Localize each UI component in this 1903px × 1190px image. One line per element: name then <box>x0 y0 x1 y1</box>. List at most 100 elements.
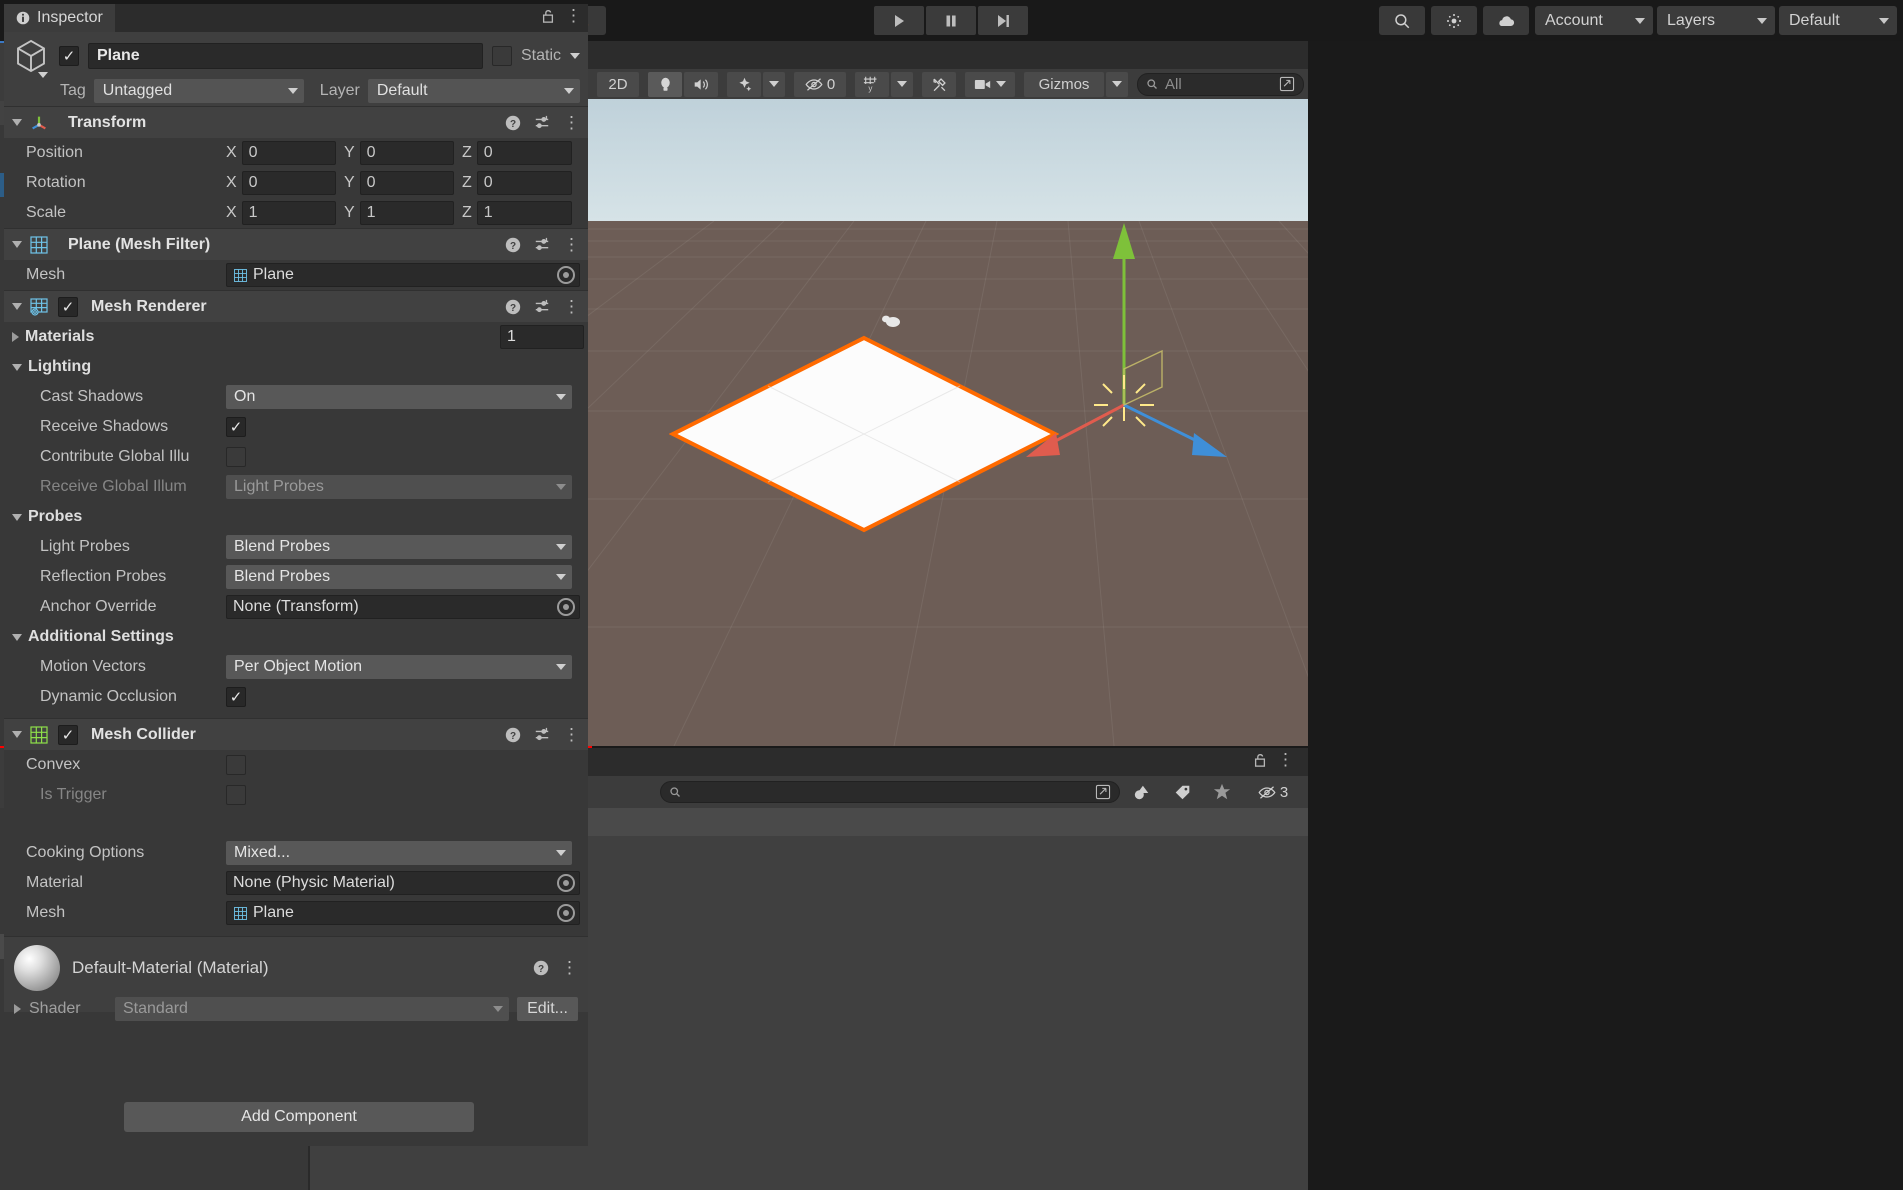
mesh-object-field[interactable]: Plane <box>226 263 580 287</box>
scale-y-input[interactable]: 1 <box>359 201 454 225</box>
directional-light-gizmo[interactable] <box>881 311 903 329</box>
cooking-options-dropdown[interactable]: Mixed... <box>226 841 572 865</box>
object-name-input[interactable]: Plane <box>88 43 483 69</box>
lighting-toggle-button[interactable] <box>648 71 682 97</box>
audio-toggle-button[interactable] <box>684 71 718 97</box>
services-button[interactable] <box>1431 6 1477 35</box>
grid-dropdown-button[interactable] <box>891 71 913 97</box>
reflection-probes-dropdown[interactable]: Blend Probes <box>226 565 572 589</box>
project-menu-icon[interactable]: ⋮ <box>1277 751 1294 768</box>
grid-visibility-button[interactable]: y <box>855 71 889 97</box>
component-header-mesh-filter[interactable]: Plane (Mesh Filter) ? ⋮ <box>4 228 588 260</box>
component-menu-icon[interactable]: ⋮ <box>563 114 580 131</box>
chevron-down-icon[interactable] <box>12 513 22 521</box>
chevron-right-icon[interactable] <box>14 1004 21 1014</box>
probes-foldout[interactable]: Probes <box>4 502 588 532</box>
help-icon[interactable]: ? <box>505 115 521 131</box>
object-picker-icon[interactable] <box>557 904 575 922</box>
component-menu-icon[interactable]: ⋮ <box>563 726 580 743</box>
component-header-transform[interactable]: Transform ? ⋮ <box>4 106 588 138</box>
object-picker-icon[interactable] <box>557 266 575 284</box>
cloud-button[interactable] <box>1483 6 1529 35</box>
rotation-x-input[interactable]: 0 <box>241 171 336 195</box>
step-button[interactable] <box>977 6 1028 35</box>
dynamic-occlusion-checkbox[interactable]: ✓ <box>226 687 246 707</box>
tab-inspector[interactable]: Inspector <box>4 4 115 32</box>
collider-mesh-field[interactable]: Plane <box>226 901 580 925</box>
component-header-mesh-renderer[interactable]: ✓ Mesh Renderer ? ⋮ <box>4 290 588 322</box>
preset-icon[interactable] <box>534 299 550 315</box>
gizmos-button[interactable]: Gizmos <box>1024 71 1104 97</box>
preset-icon[interactable] <box>534 237 550 253</box>
scale-x-input[interactable]: 1 <box>241 201 336 225</box>
scene-search-input[interactable]: All <box>1137 72 1304 96</box>
filter-by-type-button[interactable] <box>1124 780 1160 805</box>
expand-search-icon[interactable] <box>1279 76 1295 92</box>
layer-dropdown[interactable]: Default <box>367 79 580 103</box>
rotation-y-input[interactable]: 0 <box>359 171 454 195</box>
shader-dropdown[interactable]: Standard <box>115 997 510 1021</box>
chevron-down-icon[interactable] <box>570 53 580 59</box>
help-icon[interactable]: ? <box>533 960 549 976</box>
tag-dropdown[interactable]: Untagged <box>93 79 304 103</box>
materials-size-input[interactable]: 1 <box>500 325 584 349</box>
materials-foldout[interactable]: Materials 1 <box>4 322 588 352</box>
hidden-assets-button[interactable]: 3 <box>1244 780 1302 805</box>
favorites-button[interactable] <box>1204 780 1240 805</box>
account-dropdown[interactable]: Account <box>1535 6 1653 35</box>
additional-settings-foldout[interactable]: Additional Settings <box>4 622 588 652</box>
layers-dropdown[interactable]: Layers <box>1657 6 1775 35</box>
rotation-z-input[interactable]: 0 <box>476 171 572 195</box>
anchor-override-field[interactable]: None (Transform) <box>226 595 580 619</box>
lighting-foldout[interactable]: Lighting <box>4 352 588 382</box>
chevron-down-icon[interactable] <box>12 303 22 310</box>
cast-shadows-dropdown[interactable]: On <box>226 385 572 409</box>
chevron-down-icon[interactable] <box>12 731 22 738</box>
chevron-down-icon[interactable] <box>12 633 22 641</box>
lock-icon[interactable] <box>1253 752 1267 768</box>
project-search-input[interactable] <box>660 781 1120 803</box>
fx-dropdown-button[interactable] <box>763 71 785 97</box>
motion-vectors-dropdown[interactable]: Per Object Motion <box>226 655 572 679</box>
collider-material-field[interactable]: None (Physic Material) <box>226 871 580 895</box>
filter-by-label-button[interactable] <box>1164 780 1200 805</box>
contribute-gi-checkbox[interactable] <box>226 447 246 467</box>
layout-dropdown[interactable]: Default <box>1779 6 1897 35</box>
hidden-objects-button[interactable]: 0 <box>794 71 846 97</box>
component-tools-button[interactable] <box>922 71 956 97</box>
component-menu-icon[interactable]: ⋮ <box>563 236 580 253</box>
object-picker-icon[interactable] <box>557 598 575 616</box>
gizmos-dropdown-button[interactable] <box>1106 71 1128 97</box>
chevron-down-icon[interactable] <box>38 72 48 78</box>
lock-icon[interactable] <box>541 8 555 24</box>
move-gizmo[interactable] <box>1004 219 1244 479</box>
help-icon[interactable]: ? <box>505 237 521 253</box>
static-checkbox[interactable] <box>491 46 512 66</box>
light-probes-dropdown[interactable]: Blend Probes <box>226 535 572 559</box>
chevron-down-icon[interactable] <box>12 363 22 371</box>
edit-shader-button[interactable]: Edit... <box>517 997 578 1021</box>
object-picker-icon[interactable] <box>557 874 575 892</box>
pause-button[interactable] <box>925 6 976 35</box>
selected-plane-object[interactable] <box>669 334 1059 534</box>
position-y-input[interactable]: 0 <box>359 141 454 165</box>
position-x-input[interactable]: 0 <box>241 141 336 165</box>
scale-z-input[interactable]: 1 <box>476 201 572 225</box>
inspector-menu-icon[interactable]: ⋮ <box>565 7 582 24</box>
object-enabled-checkbox[interactable]: ✓ <box>59 46 79 66</box>
fx-toggle-button[interactable] <box>727 71 761 97</box>
expand-search-icon[interactable] <box>1095 784 1111 800</box>
toggle-2d-button[interactable]: 2D <box>597 71 639 97</box>
help-icon[interactable]: ? <box>505 727 521 743</box>
component-menu-icon[interactable]: ⋮ <box>563 298 580 315</box>
chevron-down-icon[interactable] <box>12 241 22 248</box>
position-z-input[interactable]: 0 <box>476 141 572 165</box>
help-icon[interactable]: ? <box>505 299 521 315</box>
preset-icon[interactable] <box>534 115 550 131</box>
chevron-right-icon[interactable] <box>12 332 19 342</box>
mesh-collider-enabled-checkbox[interactable]: ✓ <box>58 724 78 745</box>
material-menu-icon[interactable]: ⋮ <box>561 959 578 976</box>
convex-checkbox[interactable] <box>226 755 246 775</box>
component-header-mesh-collider[interactable]: ✓ Mesh Collider ? ⋮ <box>4 718 588 750</box>
add-component-button[interactable]: Add Component <box>124 1102 474 1132</box>
